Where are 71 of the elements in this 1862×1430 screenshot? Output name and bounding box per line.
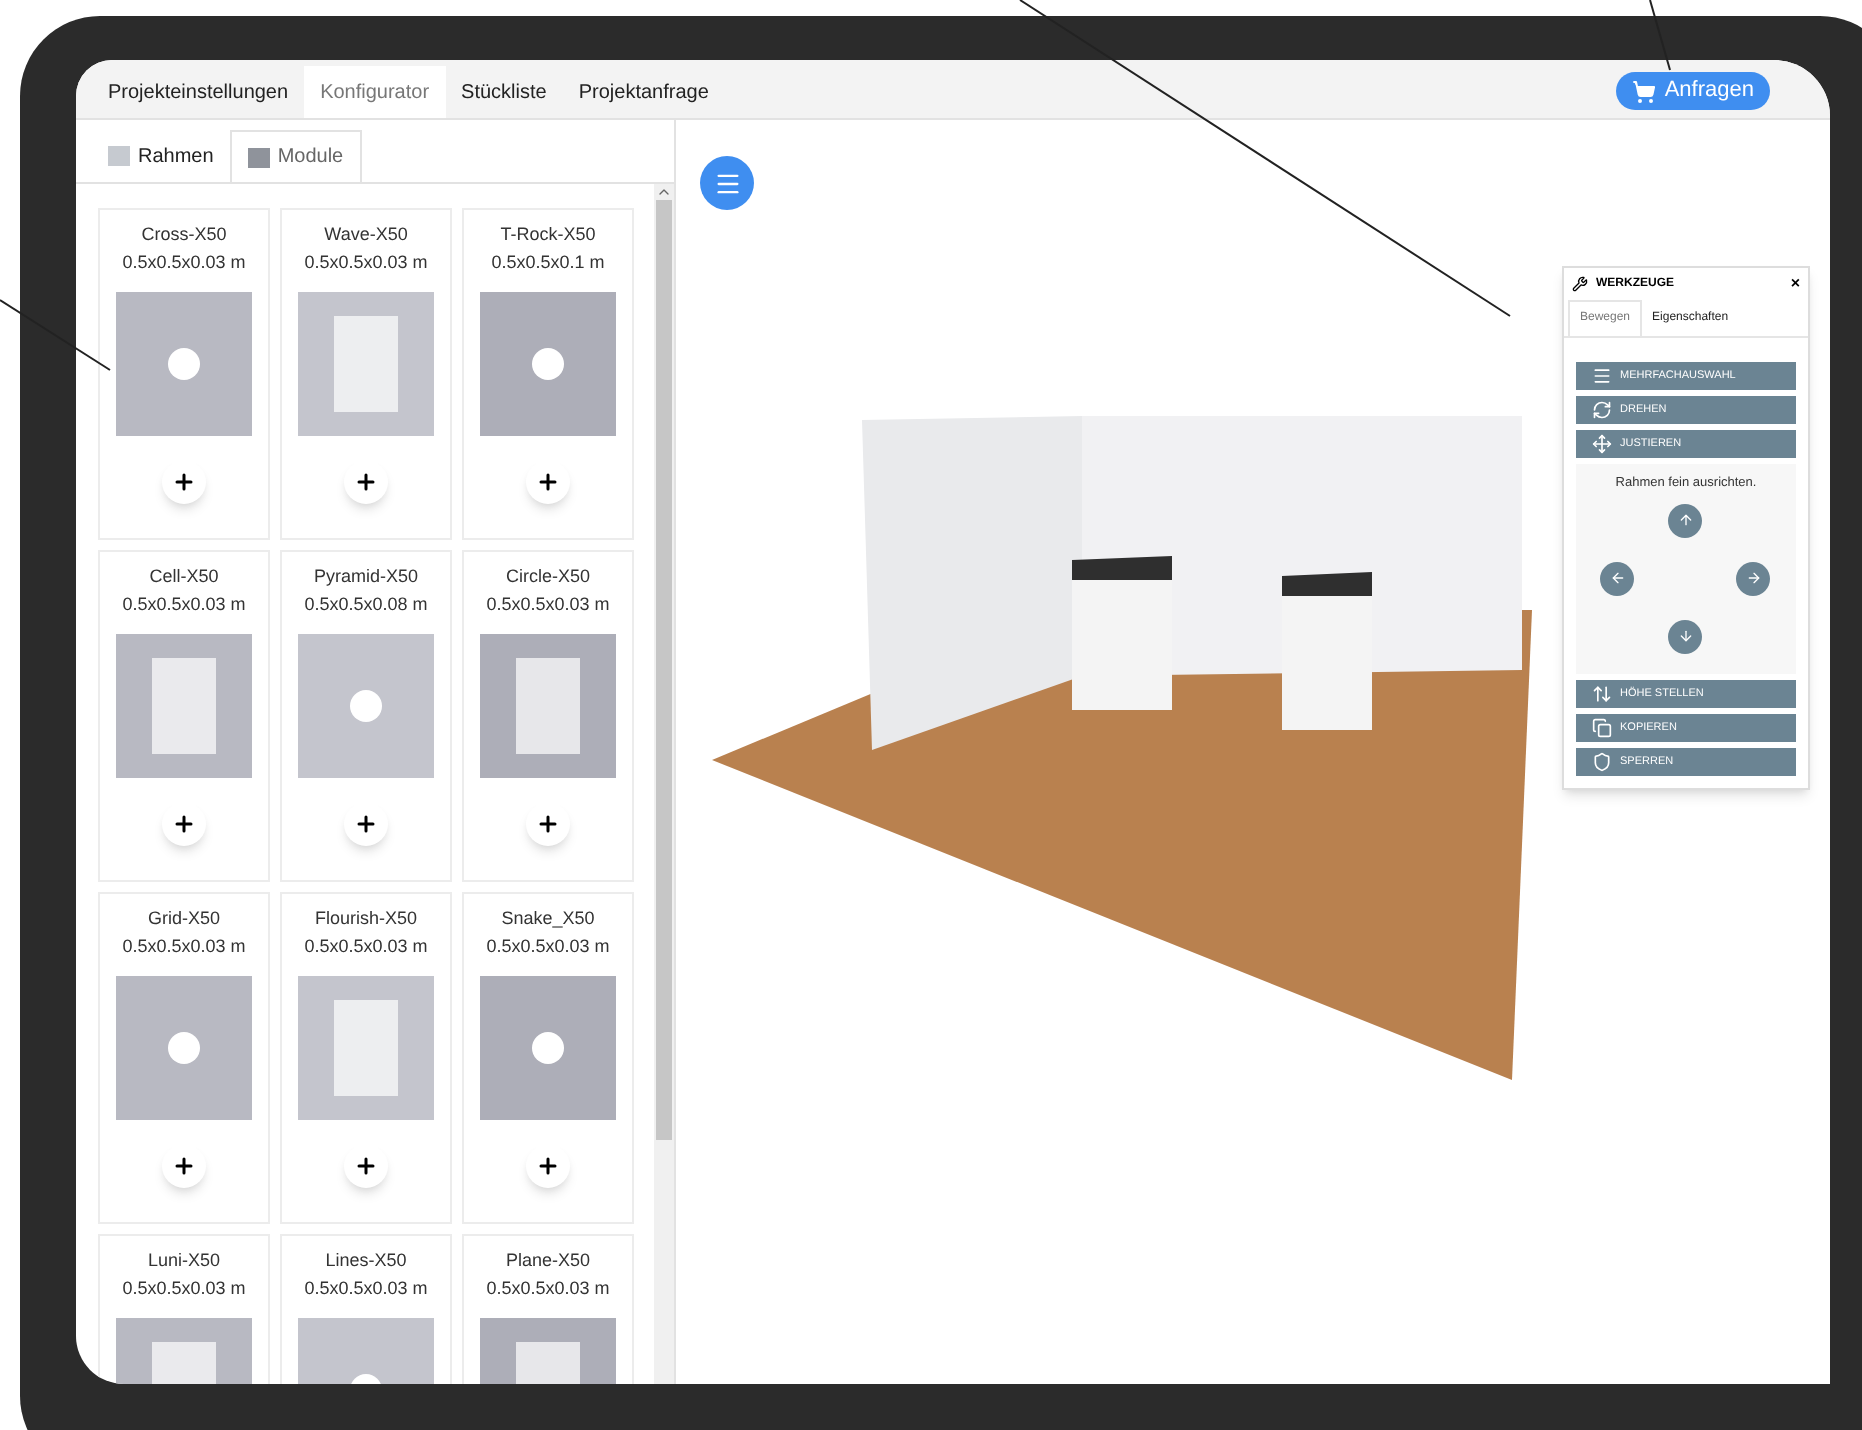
arrow-right-icon: [1745, 570, 1761, 587]
module-size: 0.5x0.5x0.03 m: [486, 1275, 610, 1301]
module-name: Cross-X50: [141, 222, 227, 248]
add-button[interactable]: [344, 802, 388, 846]
module-name: T-Rock-X50: [500, 222, 596, 248]
module-size: 0.5x0.5x0.03 m: [122, 933, 246, 959]
menu-icon: [1592, 366, 1612, 386]
close-button[interactable]: ×: [1790, 276, 1800, 292]
module-name: Snake_X50: [501, 906, 595, 932]
add-button[interactable]: [526, 460, 570, 504]
arrow-left-icon: [1609, 570, 1625, 587]
move-right-button[interactable]: [1736, 561, 1770, 596]
module-name: Plane-X50: [505, 1248, 591, 1274]
add-button[interactable]: [344, 460, 388, 504]
add-button[interactable]: [344, 1144, 388, 1188]
plus-icon: [354, 1154, 378, 1178]
module-name: Luni-X50: [147, 1248, 221, 1274]
move-left-button[interactable]: [1600, 561, 1634, 596]
module-size: 0.5x0.5x0.03 m: [304, 249, 428, 275]
module-size: 0.5x0.5x0.03 m: [122, 249, 246, 275]
add-button[interactable]: [162, 1144, 206, 1188]
menu-button[interactable]: [700, 156, 754, 210]
menu-icon: [713, 169, 741, 197]
main-tab[interactable]: Stückliste: [445, 66, 563, 118]
module-size: 0.5x0.5x0.03 m: [122, 591, 246, 617]
plus-icon: [536, 1154, 560, 1178]
panel-thumbnail-icon: [247, 147, 270, 167]
main-tab[interactable]: Projektanfrage: [562, 66, 725, 118]
module-name: Circle-X50: [505, 564, 590, 590]
main-tab[interactable]: Projekteinstellungen: [92, 66, 305, 118]
plus-icon: [536, 470, 560, 494]
module-name: Pyramid-X50: [313, 564, 419, 590]
arrow-down-icon: [1677, 628, 1693, 645]
move-down-button[interactable]: [1668, 619, 1702, 654]
add-button[interactable]: [526, 802, 570, 846]
rotate-icon: [1592, 400, 1612, 420]
module-name: Wave-X50: [324, 222, 408, 248]
module-size: 0.5x0.5x0.03 m: [304, 1275, 428, 1301]
plus-icon: [172, 812, 196, 836]
scroll-up-icon: [656, 184, 672, 200]
plus-icon: [354, 470, 378, 494]
panel-thumbnail-icon: [108, 146, 130, 166]
sub-tab[interactable]: Rahmen: [92, 130, 230, 182]
copy-icon: [1592, 717, 1612, 738]
move-icon: [1592, 434, 1612, 454]
module-size: 0.5x0.5x0.03 m: [122, 1275, 246, 1301]
module-size: 0.5x0.5x0.1 m: [491, 249, 605, 275]
sub-tab[interactable]: Module: [229, 130, 362, 182]
arrow-up-icon: [1677, 512, 1693, 529]
shield-icon: [1592, 751, 1612, 772]
move-up-button[interactable]: [1668, 503, 1702, 538]
module-size: 0.5x0.5x0.03 m: [304, 933, 428, 959]
module-size: 0.5x0.5x0.03 m: [486, 591, 610, 617]
module-name: Grid-X50: [147, 906, 220, 932]
module-name: Flourish-X50: [314, 906, 418, 932]
plus-icon: [172, 1154, 196, 1178]
add-button[interactable]: [526, 1144, 570, 1188]
add-button[interactable]: [162, 460, 206, 504]
module-size: 0.5x0.5x0.08 m: [304, 591, 428, 617]
module-size: 0.5x0.5x0.03 m: [486, 933, 610, 959]
tools-icon: [1572, 276, 1588, 292]
plus-icon: [172, 470, 196, 494]
main-tab[interactable]: Konfigurator: [304, 66, 446, 118]
module-name: Cell-X50: [149, 564, 219, 590]
add-button[interactable]: [162, 802, 206, 846]
cart-icon: [1632, 79, 1657, 103]
height-icon: [1592, 683, 1612, 704]
plus-icon: [354, 812, 378, 836]
module-name: Lines-X50: [325, 1248, 407, 1274]
plus-icon: [536, 812, 560, 836]
request-button[interactable]: Anfragen: [1616, 72, 1770, 110]
